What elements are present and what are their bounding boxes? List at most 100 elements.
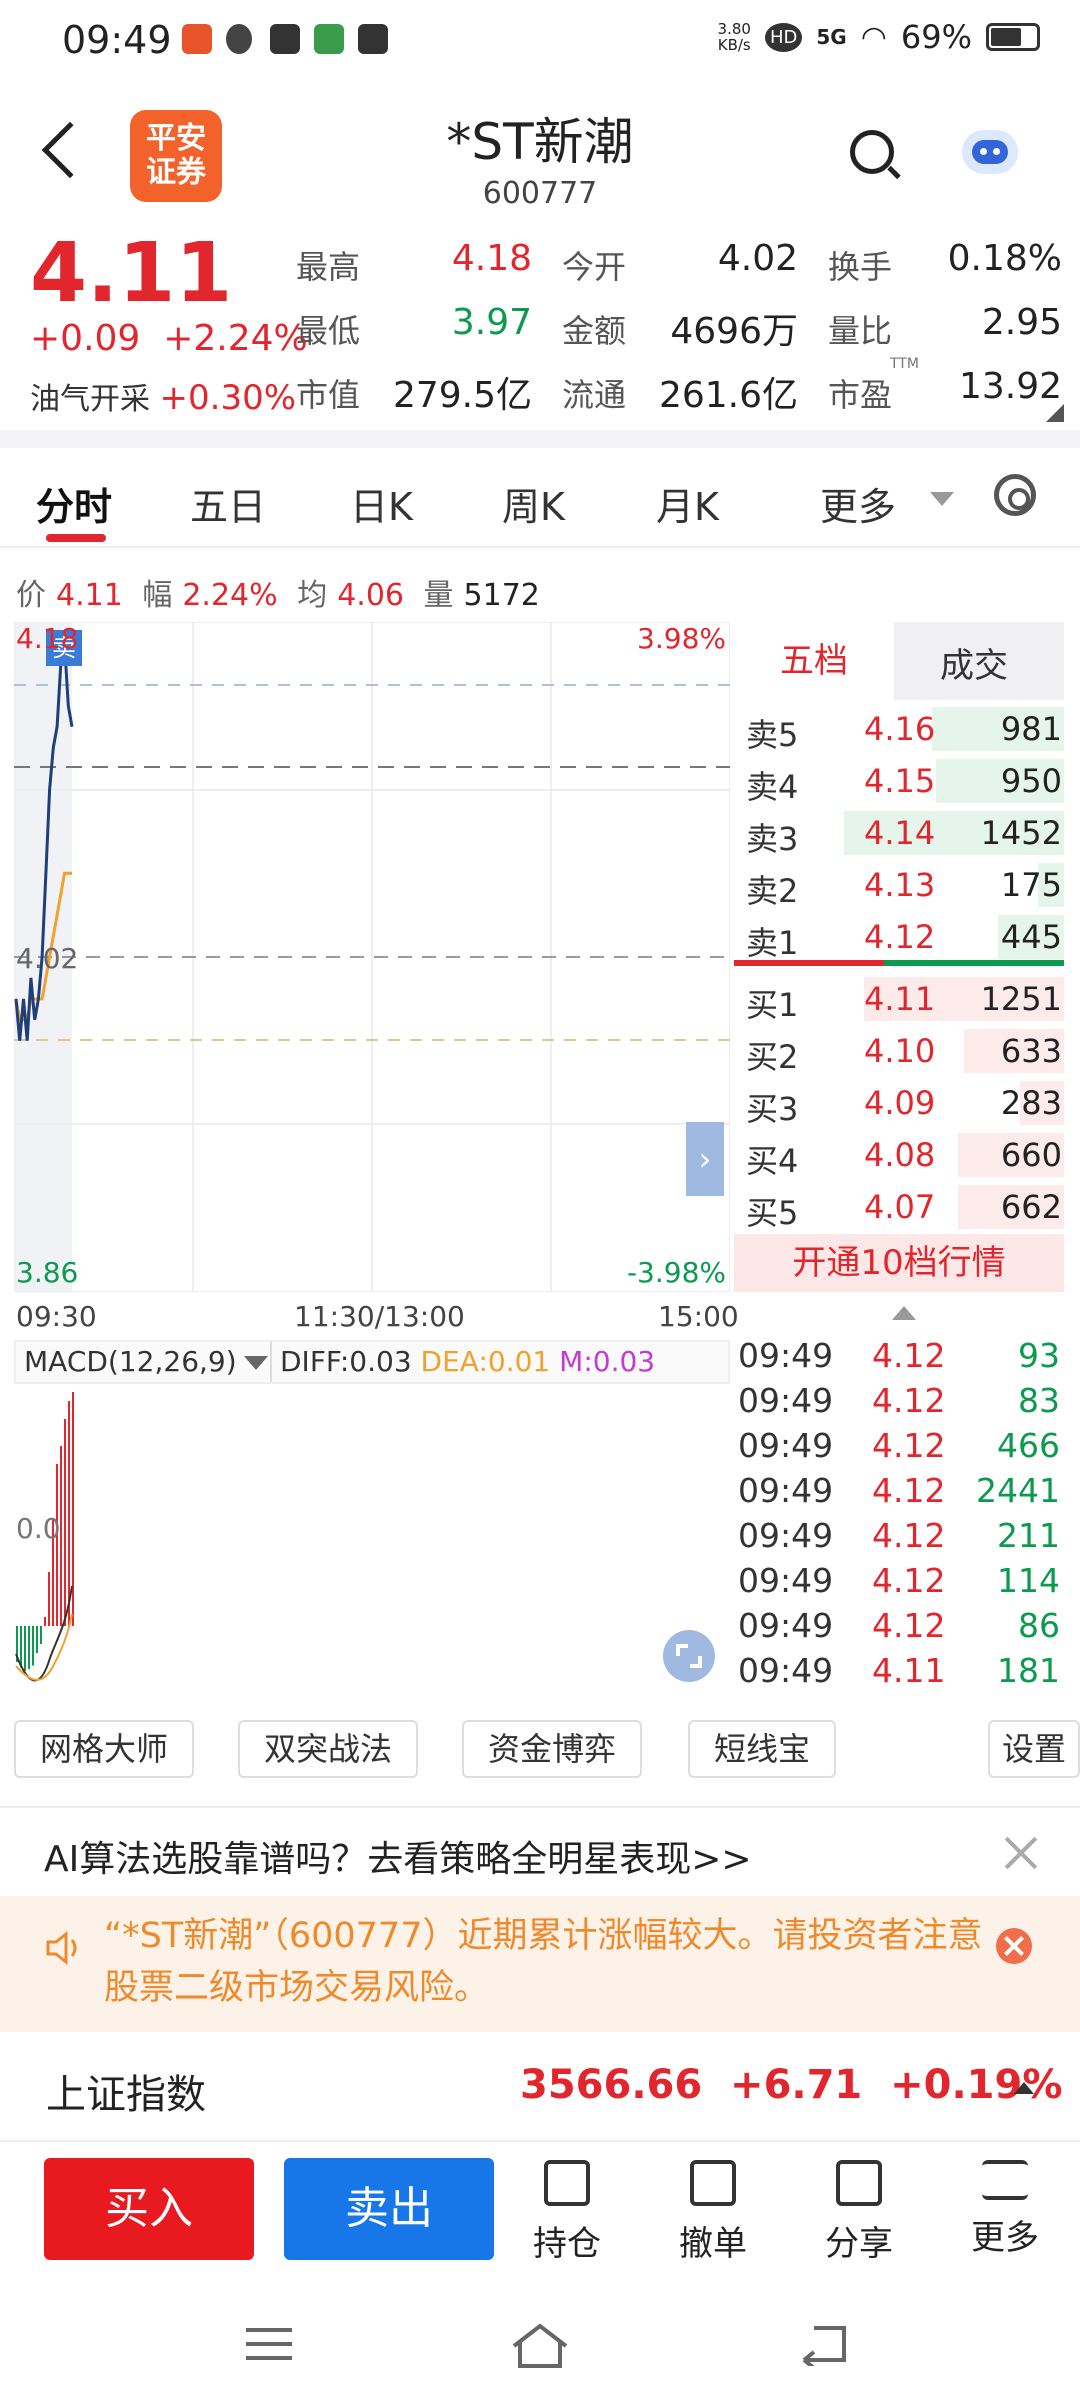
tick-time: 09:49 bbox=[738, 1336, 834, 1375]
tab-monthly-k[interactable]: 月K bbox=[656, 476, 719, 531]
tick-row: 09:49 4.12 2441 bbox=[738, 1471, 1064, 1516]
macd-bar bbox=[28, 1626, 30, 1670]
chart-tabs: 分时 五日 日K 周K 月K 更多 bbox=[0, 450, 1080, 548]
menu-icon bbox=[982, 2160, 1028, 2200]
cancel-order-button[interactable]: 撤单 bbox=[658, 2160, 768, 2265]
ask-price: 4.16 bbox=[864, 710, 936, 748]
bid-volume: 633 bbox=[1000, 1032, 1062, 1070]
tick-row: 09:49 4.12 93 bbox=[738, 1336, 1064, 1381]
tab-five-day[interactable]: 五日 bbox=[190, 476, 266, 531]
tool-grid-master[interactable]: 网格大师 bbox=[14, 1720, 194, 1778]
bid-price: 4.09 bbox=[864, 1084, 936, 1122]
tick-time: 09:49 bbox=[738, 1471, 834, 1510]
pct-min-label: -3.98% bbox=[627, 1256, 726, 1289]
stat-value: 261.6亿 bbox=[658, 375, 798, 416]
gear-icon[interactable] bbox=[994, 474, 1036, 516]
tool-short-line[interactable]: 短线宝 bbox=[688, 1720, 836, 1778]
nav-home-icon[interactable] bbox=[510, 2322, 570, 2370]
x-label-close: 15:00 bbox=[658, 1300, 739, 1333]
bid-row[interactable]: 买4 4.08 660 bbox=[734, 1130, 1064, 1180]
sector-change[interactable]: 油气开采 +0.30% bbox=[30, 374, 296, 418]
buy-button[interactable]: 买入 bbox=[44, 2158, 254, 2260]
tick-volume: 114 bbox=[997, 1561, 1060, 1600]
book-divider-red bbox=[734, 960, 884, 966]
ai-banner[interactable]: AI算法选股靠谱吗？去看策略全明星表现>> bbox=[0, 1806, 1080, 1896]
tab-trades[interactable]: 成交 bbox=[940, 638, 1008, 687]
stat-label: 流通 bbox=[562, 376, 627, 414]
expand-up-icon[interactable] bbox=[1014, 2082, 1034, 2094]
search-icon[interactable] bbox=[850, 130, 894, 174]
battery-percent: 69% bbox=[900, 18, 972, 56]
ttm-label: TTM bbox=[890, 356, 919, 372]
macd-bar bbox=[36, 1626, 38, 1653]
more-button[interactable]: 更多 bbox=[950, 2160, 1060, 2259]
sell-button[interactable]: 卖出 bbox=[284, 2158, 494, 2260]
intraday-chart[interactable]: 卖 4.18 4.02 3.86 3.98% -3.98% › bbox=[14, 622, 730, 1292]
ai-banner-text[interactable]: AI算法选股靠谱吗？去看策略全明星表现>> bbox=[44, 1830, 752, 1882]
hold-button[interactable]: 持仓 bbox=[512, 2160, 622, 2265]
tab-weekly-k[interactable]: 周K bbox=[502, 476, 565, 531]
tool-settings[interactable]: 设置 bbox=[988, 1720, 1080, 1778]
ask-row[interactable]: 卖2 4.13 175 bbox=[734, 860, 1064, 910]
macd-selector[interactable]: MACD(12,26,9) bbox=[16, 1342, 272, 1382]
nav-menu-icon[interactable] bbox=[244, 2322, 294, 2366]
tab-more[interactable]: 更多 bbox=[820, 476, 896, 531]
net-speed: 3.80 KB/s bbox=[717, 20, 751, 54]
ask-row[interactable]: 卖4 4.15 950 bbox=[734, 756, 1064, 806]
tool-fund-game[interactable]: 资金博弈 bbox=[462, 1720, 642, 1778]
ask-price: 4.13 bbox=[864, 866, 936, 904]
stat-value: 13.92 bbox=[958, 366, 1062, 407]
quote-panel: 4.11 +0.09 +2.24% 油气开采 +0.30% 最高 4.18 今开 4.… bbox=[0, 226, 1080, 446]
bid-level: 买1 bbox=[746, 986, 799, 1024]
close-warning-icon[interactable] bbox=[996, 1928, 1032, 1964]
tick-price: 4.12 bbox=[872, 1561, 946, 1600]
app-icon bbox=[314, 24, 344, 54]
mail-icon bbox=[270, 24, 300, 54]
bid-price: 4.08 bbox=[864, 1136, 936, 1174]
y-max-label: 4.18 bbox=[16, 622, 78, 655]
fullscreen-button[interactable] bbox=[663, 1630, 715, 1682]
bid-price: 4.11 bbox=[864, 980, 936, 1018]
index-bar[interactable]: 上证指数 3566.66 +6.71 +0.19% bbox=[0, 2032, 1080, 2142]
robot-assistant-icon[interactable] bbox=[962, 130, 1018, 174]
bid-level: 买3 bbox=[746, 1090, 799, 1128]
tool-double-break[interactable]: 双突战法 bbox=[238, 1720, 418, 1778]
share-button[interactable]: 分享 bbox=[804, 2160, 914, 2265]
ask-row[interactable]: 卖1 4.12 445 bbox=[734, 912, 1064, 962]
tick-row: 09:49 4.12 114 bbox=[738, 1561, 1064, 1606]
ask-volume: 981 bbox=[1000, 710, 1062, 748]
bid-row[interactable]: 买1 4.11 1251 bbox=[734, 974, 1064, 1024]
close-icon[interactable] bbox=[1004, 1836, 1038, 1870]
tick-time: 09:49 bbox=[738, 1516, 834, 1555]
risk-warning: “*ST新潮”（600777）近期累计涨幅较大。请投资者注意股票二级市场交易风险… bbox=[0, 1896, 1080, 2032]
current-price: 4.11 bbox=[30, 226, 233, 321]
nav-back-icon[interactable] bbox=[800, 2322, 850, 2366]
tick-row: 09:49 4.12 211 bbox=[738, 1516, 1064, 1561]
tab-intraday[interactable]: 分时 bbox=[36, 476, 112, 531]
tick-row: 09:49 4.11 181 bbox=[738, 1651, 1064, 1696]
open-10-levels-button[interactable]: 开通10档行情 bbox=[734, 1234, 1064, 1292]
ticks-scroll-up-icon[interactable] bbox=[892, 1306, 916, 1320]
y-min-label: 3.86 bbox=[16, 1256, 78, 1289]
stat-value: 279.5亿 bbox=[392, 375, 532, 416]
bid-price: 4.07 bbox=[864, 1188, 936, 1226]
tab-daily-k[interactable]: 日K bbox=[350, 476, 413, 531]
bid-level: 买4 bbox=[746, 1142, 799, 1180]
macd-dropdown-icon bbox=[244, 1356, 268, 1370]
share-icon bbox=[836, 2160, 882, 2206]
bid-row[interactable]: 买5 4.07 662 bbox=[734, 1182, 1064, 1232]
ask-row[interactable]: 卖3 4.14 1452 bbox=[734, 808, 1064, 858]
bid-row[interactable]: 买2 4.10 633 bbox=[734, 1026, 1064, 1076]
bid-row[interactable]: 买3 4.09 283 bbox=[734, 1078, 1064, 1128]
tick-volume: 211 bbox=[997, 1516, 1060, 1555]
macd-zero-label: 0.0 bbox=[16, 1512, 61, 1545]
bid-price: 4.10 bbox=[864, 1032, 936, 1070]
macd-chart[interactable]: 0.0 bbox=[14, 1386, 730, 1702]
ask-row[interactable]: 卖5 4.16 981 bbox=[734, 704, 1064, 754]
index-values: 3566.66 +6.71 +0.19% bbox=[520, 2062, 1063, 2108]
back-icon[interactable] bbox=[41, 121, 99, 179]
tick-volume: 2441 bbox=[976, 1471, 1060, 1510]
tab-five-levels[interactable]: 五档 bbox=[734, 622, 894, 700]
tick-time: 09:49 bbox=[738, 1606, 834, 1645]
macd-values: DIFF:0.03 DEA:0.01 M:0.03 bbox=[280, 1345, 656, 1378]
